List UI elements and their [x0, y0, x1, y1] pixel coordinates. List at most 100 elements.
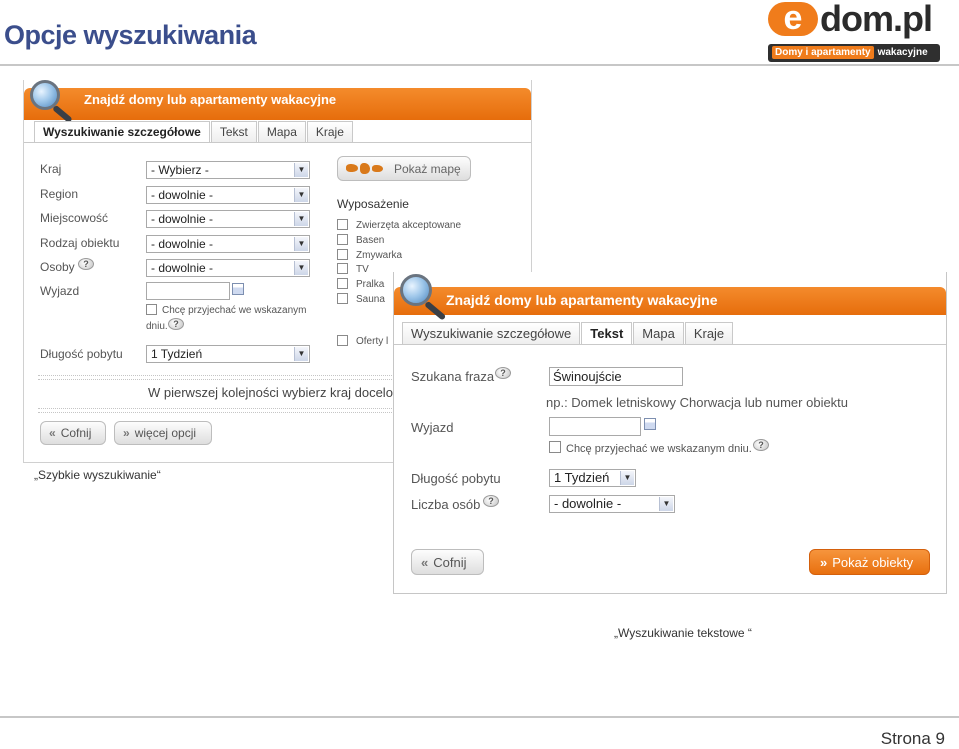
show-map-button[interactable]: Pokaż mapę: [337, 156, 471, 181]
calendar-icon[interactable]: [232, 283, 244, 295]
more-options-button[interactable]: » więcej opcji: [114, 421, 212, 445]
tab-countries[interactable]: Kraje: [306, 121, 353, 142]
stay-length-value: 1 Tydzień: [554, 470, 610, 485]
persons-select[interactable]: - dowolnie - ▼: [549, 495, 675, 513]
equipment-checkbox[interactable]: [337, 278, 348, 289]
panel-header: Znajdź domy lub apartamenty wakacyjne: [394, 287, 946, 315]
show-results-button[interactable]: » Pokaż obiekty: [809, 549, 930, 575]
panel-header: Znajdź domy lub apartamenty wakacyjne: [24, 88, 531, 120]
chevron-down-icon: ▼: [620, 471, 634, 485]
stay-length-value: 1 Tydzień: [151, 347, 203, 361]
persons-label: Liczba osób: [411, 497, 481, 512]
equipment-checkbox[interactable]: [337, 234, 348, 245]
stay-length-label: Długość pobytu: [411, 471, 501, 486]
help-icon[interactable]: ?: [78, 258, 94, 270]
persons-label: Osoby: [40, 260, 75, 274]
offers-item[interactable]: Oferty l: [337, 335, 388, 347]
equipment-label: Zwierzęta akceptowane: [356, 220, 462, 231]
equipment-item[interactable]: Sauna: [337, 293, 385, 305]
region-select[interactable]: - dowolnie - ▼: [146, 186, 310, 204]
equipment-checkbox[interactable]: [337, 293, 348, 304]
footer-divider: [0, 716, 959, 718]
tab-text[interactable]: Tekst: [210, 121, 257, 142]
logo-tagline-b: wakacyjne: [877, 47, 928, 58]
help-icon[interactable]: ?: [483, 495, 499, 507]
departure-label: Wyjazd: [40, 284, 80, 298]
tab-countries[interactable]: Kraje: [684, 322, 734, 344]
back-button-label: Cofnij: [60, 426, 92, 440]
equipment-item[interactable]: TV: [337, 263, 369, 275]
equipment-item[interactable]: Basen: [337, 234, 384, 246]
chevron-down-icon: ▼: [294, 347, 308, 361]
stay-length-select[interactable]: 1 Tydzień ▼: [146, 345, 310, 363]
type-select-value: - dowolnie -: [151, 237, 214, 251]
equipment-checkbox[interactable]: [337, 249, 348, 260]
caption-text-search: „Wyszukiwanie tekstowe “: [614, 626, 752, 640]
tab-bar: Wyszukiwanie szczegółowe Tekst Mapa Kraj…: [34, 121, 354, 142]
place-select-value: - dowolnie -: [151, 212, 214, 226]
chevron-down-icon: ▼: [294, 261, 308, 275]
logo-wordmark: dom.pl: [820, 0, 933, 39]
slide-title: Opcje wyszukiwania: [4, 20, 257, 50]
chevron-down-icon: ▼: [294, 237, 308, 251]
persons-select[interactable]: - dowolnie - ▼: [146, 259, 310, 277]
equipment-label: Sauna: [356, 294, 385, 305]
logo-tagline: Domy i apartamenty wakacyjne: [768, 44, 940, 62]
country-select-value: - Wybierz -: [151, 163, 209, 177]
double-left-icon: «: [421, 554, 429, 570]
equipment-checkbox[interactable]: [337, 219, 348, 230]
help-icon[interactable]: ?: [495, 367, 511, 379]
hint-text: W pierwszej kolejności wybierz kraj doce…: [148, 385, 393, 400]
caption-quick-search: „Szybkie wyszukiwanie“: [34, 468, 161, 482]
equipment-label: Basen: [356, 235, 385, 246]
back-button-label: Cofnij: [433, 554, 467, 570]
place-label: Miejscowość: [40, 211, 109, 225]
departure-label: Wyjazd: [411, 420, 454, 435]
equipment-label: Zmywarka: [356, 250, 403, 261]
world-map-icon: [344, 161, 384, 177]
offers-checkbox[interactable]: [337, 335, 348, 346]
exact-days-checkbox[interactable]: [549, 441, 561, 453]
persons-select-value: - dowolnie -: [151, 261, 214, 275]
equipment-checkbox[interactable]: [337, 263, 348, 274]
double-down-icon: »: [123, 426, 130, 440]
double-left-icon: «: [49, 426, 56, 440]
tab-bar: Wyszukiwanie szczegółowe Tekst Mapa Kraj…: [402, 322, 734, 344]
calendar-icon[interactable]: [644, 418, 656, 430]
equipment-item[interactable]: Zmywarka: [337, 249, 402, 261]
tab-map[interactable]: Mapa: [257, 121, 306, 142]
tab-text[interactable]: Tekst: [581, 322, 633, 344]
help-icon[interactable]: ?: [168, 318, 184, 330]
example-hint: np.: Domek letniskowy Chorwacja lub nume…: [546, 395, 849, 410]
exact-days-label: Chcę przyjechać we wskazanym dniu.: [566, 443, 752, 455]
departure-input[interactable]: [146, 282, 230, 300]
tab-map[interactable]: Mapa: [633, 322, 684, 344]
help-icon[interactable]: ?: [753, 439, 769, 451]
region-select-value: - dowolnie -: [151, 188, 214, 202]
country-select[interactable]: - Wybierz - ▼: [146, 161, 310, 179]
type-label: Rodzaj obiektu: [40, 236, 120, 250]
persons-select-value: - dowolnie -: [554, 496, 622, 511]
chevron-down-icon: ▼: [294, 212, 308, 226]
region-label: Region: [40, 187, 79, 201]
stay-length-label: Długość pobytu: [40, 347, 123, 361]
equipment-item[interactable]: Zwierzęta akceptowane: [337, 219, 461, 231]
page-number: Strona 9: [880, 729, 945, 748]
place-select[interactable]: - dowolnie - ▼: [146, 210, 310, 228]
tab-underline: [394, 344, 946, 345]
stay-length-select[interactable]: 1 Tydzień ▼: [549, 469, 636, 487]
phrase-input[interactable]: Świnoujście: [549, 367, 683, 386]
tab-detailed[interactable]: Wyszukiwanie szczegółowe: [34, 121, 210, 142]
exact-days-checkbox[interactable]: [146, 304, 157, 315]
back-button[interactable]: «Cofnij: [411, 549, 484, 575]
country-label: Kraj: [40, 162, 62, 176]
type-select[interactable]: - dowolnie - ▼: [146, 235, 310, 253]
back-button[interactable]: « Cofnij: [40, 421, 106, 445]
tab-underline: [24, 142, 531, 143]
logo-tagline-a: Domy i apartamenty: [772, 46, 874, 59]
departure-input[interactable]: [549, 417, 641, 436]
header-divider: [0, 64, 959, 66]
equipment-item[interactable]: Pralka: [337, 278, 384, 290]
tab-detailed[interactable]: Wyszukiwanie szczegółowe: [402, 322, 581, 344]
equipment-title: Wyposażenie: [337, 197, 409, 211]
